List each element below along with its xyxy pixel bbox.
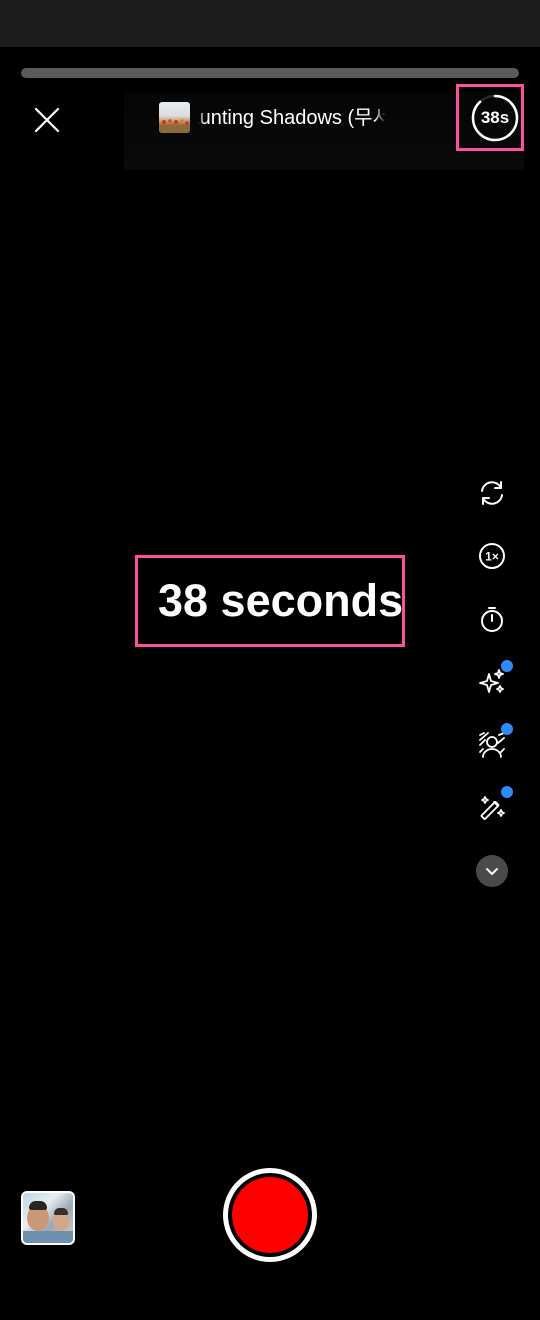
more-tools-button[interactable] xyxy=(474,853,510,889)
music-title-text: Haunting Shadows (무서 xyxy=(198,107,386,129)
magic-wand-icon xyxy=(480,796,505,820)
record-button[interactable] xyxy=(223,1168,317,1262)
close-button[interactable] xyxy=(30,103,64,137)
record-button-ring xyxy=(228,1173,312,1257)
timer-button[interactable]: 38s xyxy=(470,93,520,143)
speed-1x-icon: 1× xyxy=(479,543,505,569)
record-button-inner xyxy=(232,1177,308,1253)
svg-text:1×: 1× xyxy=(485,550,499,564)
recording-progress-bar xyxy=(21,68,519,78)
countdown-text: 38 seconds xyxy=(158,575,404,626)
green-screen-person-icon xyxy=(479,732,505,758)
gallery-thumbnail[interactable] xyxy=(21,1191,75,1245)
thumbnail-hair xyxy=(29,1201,47,1210)
close-icon xyxy=(34,107,60,133)
stopwatch-icon xyxy=(481,607,503,632)
chevron-down-icon xyxy=(486,868,498,875)
new-badge-dot xyxy=(501,723,513,735)
status-bar xyxy=(0,0,540,47)
music-album-art xyxy=(159,102,190,133)
new-badge-dot xyxy=(501,786,513,798)
green-screen-button[interactable] xyxy=(474,723,513,763)
music-title[interactable]: Haunting Shadows (무서 xyxy=(198,103,386,133)
more-tools-circle xyxy=(476,855,508,887)
magic-wand-button[interactable] xyxy=(474,786,513,826)
new-badge-dot xyxy=(501,660,513,672)
thumbnail-hair xyxy=(54,1208,68,1215)
flip-camera-icon xyxy=(481,481,503,505)
effects-button[interactable] xyxy=(474,660,513,700)
flip-camera-button[interactable] xyxy=(474,475,510,511)
speed-button[interactable]: 1× xyxy=(474,538,510,574)
sparkles-effects-icon xyxy=(479,669,504,693)
timer-label: 38s xyxy=(480,108,510,127)
timer-tool-button[interactable] xyxy=(474,601,510,637)
thumbnail-clothing xyxy=(23,1231,73,1243)
